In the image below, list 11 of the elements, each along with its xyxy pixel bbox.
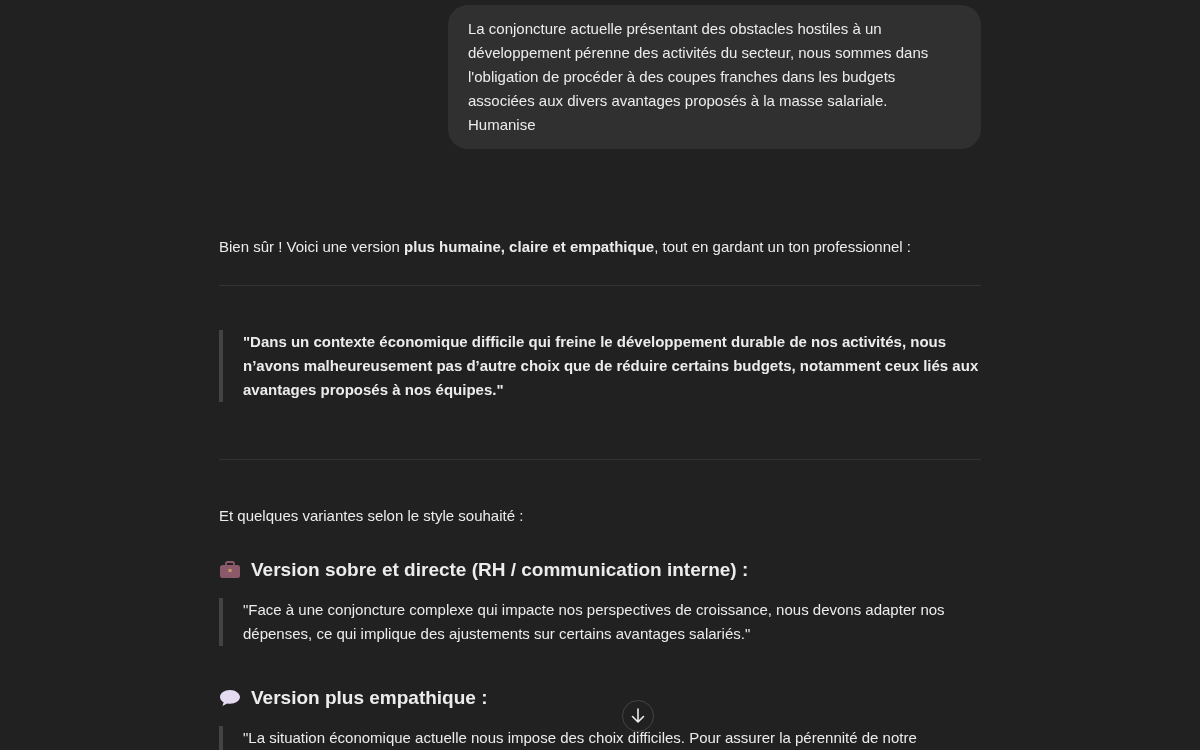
section-heading: Version plus empathique : bbox=[251, 686, 488, 710]
briefcase-icon bbox=[219, 561, 241, 579]
response-text: Bien sûr ! Voici une version plus humaine, claire et empathique, tout en gardant un ton professionnel : bbox=[219, 237, 913, 257]
speech-bubble-icon bbox=[219, 689, 241, 707]
quote-text: "Face à une conjoncture complexe qui impacte nos perspectives de croissance, nous devons adapter nos dépenses, ce qui implique des ajustements sur certains avantages salariés." bbox=[219, 598, 981, 646]
quote-text: "Dans un contexte économique difficile qui freine le développement durable de nos activités, nous n’avons malheureusement pas d’autre choix que de réduire certains budgets, notamment ceux liés aux avantages proposés à nos équipes." bbox=[219, 330, 981, 402]
scroll-down-button[interactable] bbox=[622, 700, 654, 732]
response-text: Et quelques variantes selon le style souhaité : bbox=[219, 506, 525, 526]
section-heading: Version sobre et directe (RH / communication interne) : bbox=[251, 558, 749, 582]
arrow-down-icon bbox=[631, 708, 645, 724]
user-message: La conjoncture actuelle présentant des obstacles hostiles à un développement pérenne des activités du secteur, nous sommes dans l'obligation de procéder à des coupes franches dans les budgets associées aux divers avantages proposés à la masse salariale. Humanise bbox=[448, 5, 981, 149]
